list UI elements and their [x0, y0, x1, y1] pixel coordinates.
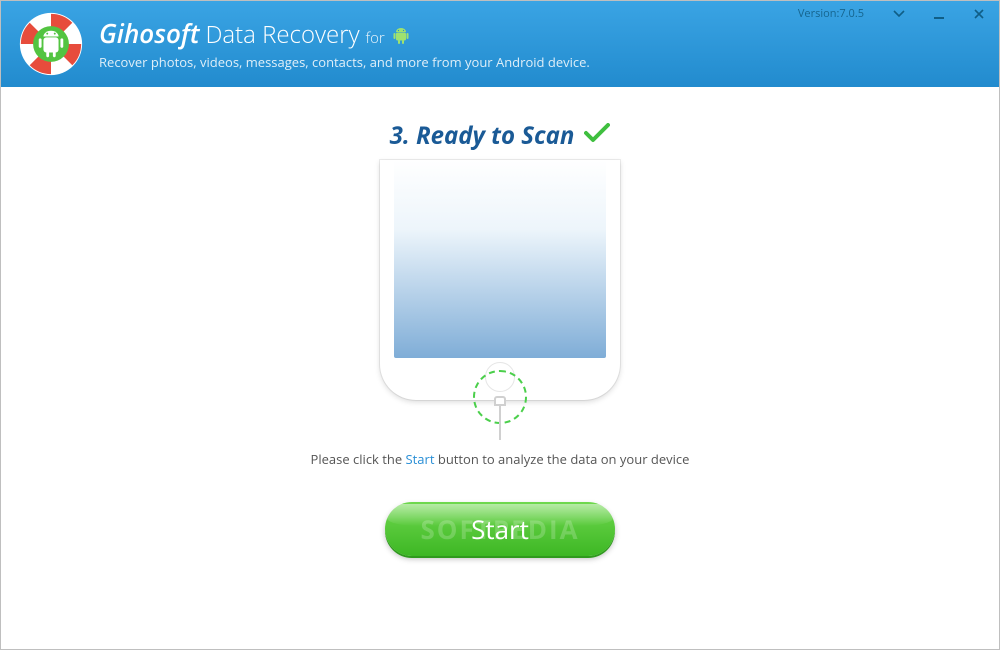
- window-controls: [879, 1, 999, 27]
- phone-icon: [380, 160, 620, 400]
- header: Gihosoft Data Recovery for: [1, 1, 999, 87]
- step-title: 3. Ready to Scan: [390, 119, 611, 152]
- minimize-icon: [933, 8, 945, 20]
- close-button[interactable]: [959, 1, 999, 27]
- connection-ring-icon: [473, 370, 527, 424]
- dropdown-button[interactable]: [879, 1, 919, 27]
- device-illustration: [380, 160, 620, 420]
- title-block: Gihosoft Data Recovery for: [99, 15, 590, 87]
- check-icon: [584, 123, 610, 148]
- phone-screen: [394, 160, 606, 358]
- hint-post: button to analyze the data on your devic…: [434, 450, 689, 468]
- product-name: Data Recovery: [205, 18, 359, 51]
- android-icon: [393, 27, 409, 50]
- hint-pre: Please click the: [311, 450, 406, 468]
- chevron-down-icon: [893, 8, 905, 20]
- close-icon: [973, 8, 985, 20]
- brand-name: Gihosoft: [99, 15, 199, 51]
- lifebuoy-android-icon: [18, 11, 84, 77]
- app-window: Gihosoft Data Recovery for: [0, 0, 1000, 650]
- title-for: for: [366, 28, 385, 48]
- hint-keyword: Start: [406, 450, 435, 468]
- app-logo: [17, 10, 85, 78]
- subtitle: Recover photos, videos, messages, contac…: [99, 53, 590, 71]
- minimize-button[interactable]: [919, 1, 959, 27]
- start-button-label: Start: [471, 511, 529, 547]
- version-label[interactable]: Version:7.0.5: [798, 6, 864, 21]
- main-panel: 3. Ready to Scan Please click the Start …: [1, 87, 999, 649]
- usb-cable-icon: [494, 396, 506, 436]
- hint-text: Please click the Start button to analyze…: [311, 450, 690, 468]
- start-button[interactable]: SOFTPEDIA Start: [385, 502, 615, 556]
- step-title-text: 3. Ready to Scan: [390, 119, 575, 152]
